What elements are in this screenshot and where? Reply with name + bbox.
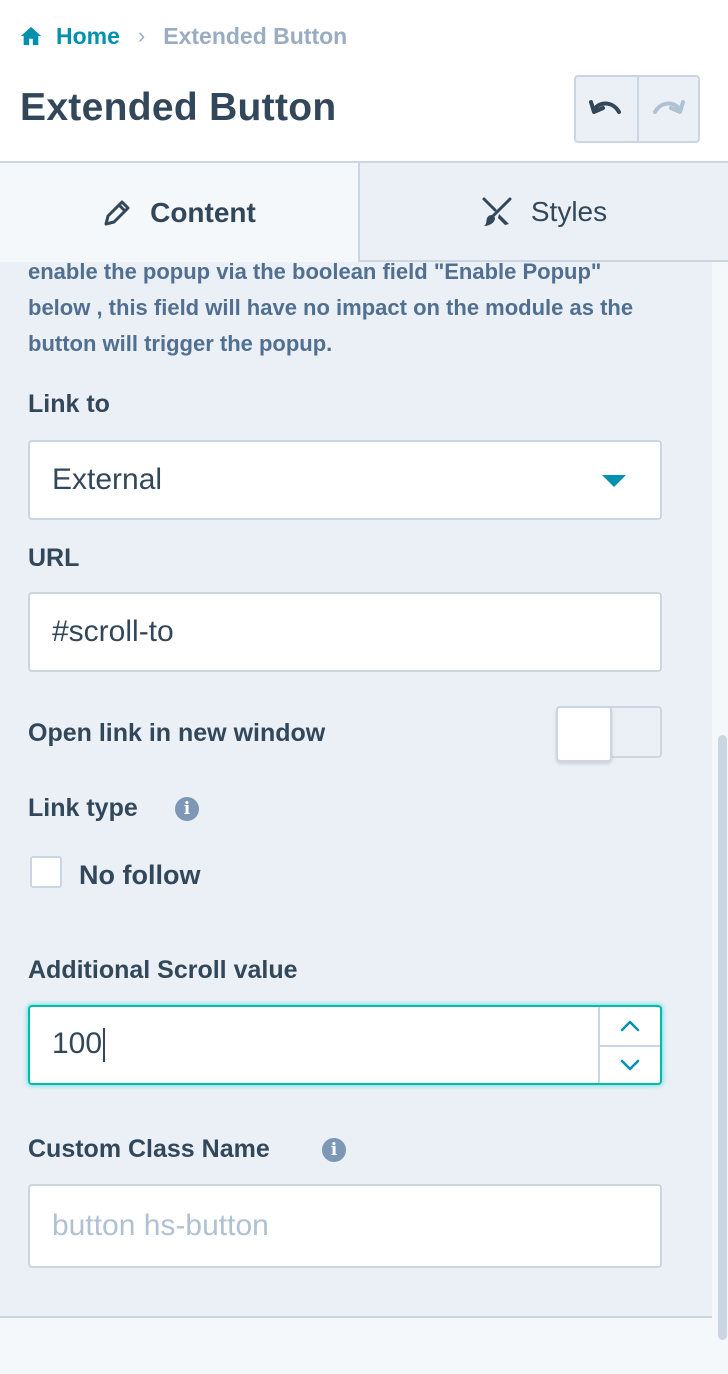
editor-header: Home › Extended Button Extended Button xyxy=(0,0,728,163)
link-to-label: Link to xyxy=(28,390,110,418)
panel-footer xyxy=(0,1318,712,1374)
scrollbar-thumb[interactable] xyxy=(718,735,727,1340)
link-to-value: External xyxy=(52,463,163,496)
tab-content-label: Content xyxy=(150,196,256,228)
home-icon[interactable] xyxy=(20,25,42,47)
redo-button[interactable] xyxy=(636,77,698,141)
paintbrush-icon xyxy=(482,197,512,226)
increment-button[interactable] xyxy=(600,1007,660,1045)
info-icon[interactable]: i xyxy=(322,1138,346,1162)
redo-icon xyxy=(653,100,686,114)
no-follow-label[interactable]: No follow xyxy=(79,860,200,891)
decrement-button[interactable] xyxy=(600,1045,660,1083)
link-type-label: Link type xyxy=(28,794,138,822)
info-icon[interactable]: i xyxy=(175,797,199,821)
url-label: URL xyxy=(28,544,80,572)
helper-text: enable the popup via the boolean field "… xyxy=(28,262,634,356)
content-panel: enable the popup via the boolean field "… xyxy=(0,262,712,1374)
no-follow-checkbox[interactable] xyxy=(30,856,62,888)
open-new-window-label: Open link in new window xyxy=(28,719,326,747)
custom-class-label: Custom Class Name xyxy=(28,1135,270,1163)
tab-content[interactable]: Content xyxy=(0,163,360,262)
custom-class-input[interactable]: button hs-button xyxy=(28,1184,662,1268)
scroll-value-input[interactable]: 100 xyxy=(28,1005,662,1085)
breadcrumb-home-link[interactable]: Home xyxy=(56,23,120,50)
pencil-icon xyxy=(104,200,130,225)
custom-class-placeholder: button hs-button xyxy=(52,1209,269,1242)
toggle-knob xyxy=(556,706,612,762)
editor-tabs: Content Styles xyxy=(0,163,728,262)
number-stepper xyxy=(598,1007,660,1083)
url-value: #scroll-to xyxy=(52,615,174,648)
breadcrumb-current: Extended Button xyxy=(163,22,348,49)
undo-redo-group xyxy=(574,75,700,143)
link-to-select[interactable]: External xyxy=(28,440,662,520)
undo-button[interactable] xyxy=(576,77,637,141)
page-title: Extended Button xyxy=(20,86,337,129)
caret-down-icon xyxy=(602,475,626,487)
text-cursor xyxy=(103,1028,106,1063)
tab-styles[interactable]: Styles xyxy=(360,163,728,262)
scroll-value-label: Additional Scroll value xyxy=(28,956,298,984)
undo-icon xyxy=(589,100,622,114)
breadcrumb: Home › Extended Button xyxy=(20,20,347,52)
open-new-window-toggle[interactable] xyxy=(556,706,662,762)
chevron-down-icon xyxy=(620,1059,640,1071)
scroll-value: 100 xyxy=(52,1027,103,1060)
breadcrumb-separator: › xyxy=(137,23,146,48)
chevron-up-icon xyxy=(620,1020,640,1032)
tab-styles-label: Styles xyxy=(530,195,608,227)
url-input[interactable]: #scroll-to xyxy=(28,592,662,672)
